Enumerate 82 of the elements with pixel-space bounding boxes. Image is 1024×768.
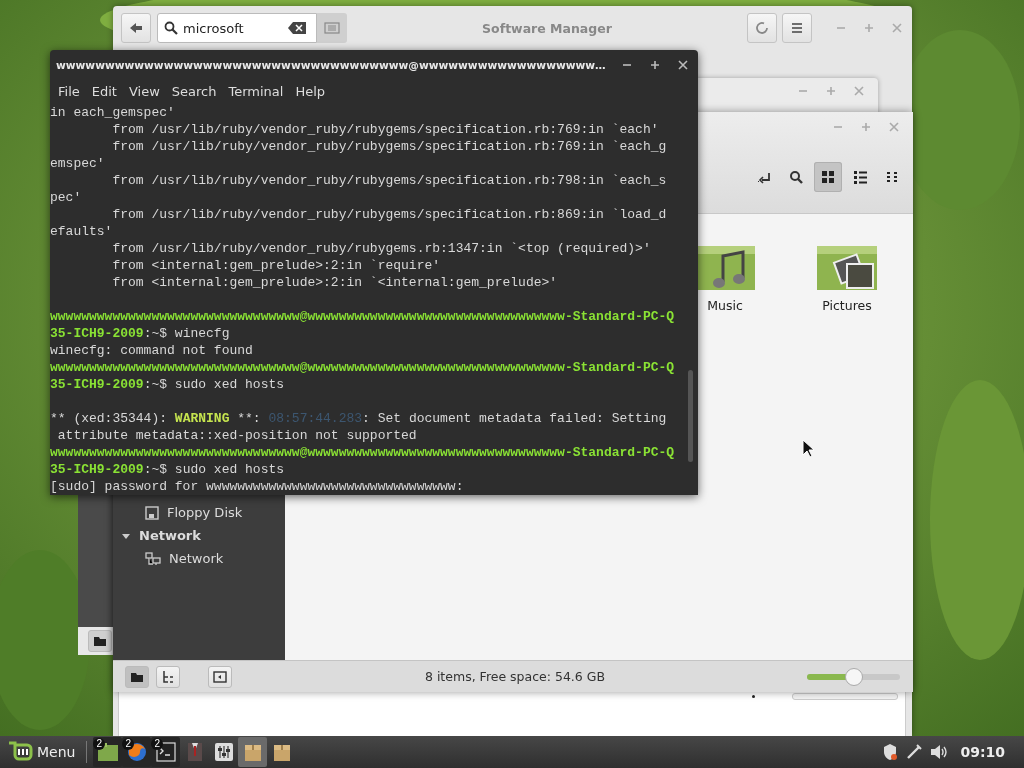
terminal-line: from <internal:gem_prelude>:2:in `require' xyxy=(111,257,442,274)
menu-item[interactable]: Help xyxy=(289,83,332,99)
maximize-icon[interactable] xyxy=(650,60,660,70)
sidebar-item[interactable]: Network xyxy=(169,551,224,566)
terminal-line: [sudo] password for wwwwwwwwwwwwwwwwwwwwwwwwwwwwwwww: xyxy=(50,478,465,495)
terminal-line: emspec' xyxy=(50,155,106,172)
suit-icon xyxy=(187,743,202,761)
window-count: 2 xyxy=(93,738,105,750)
status-button[interactable] xyxy=(156,665,180,688)
sidebar-item[interactable]: Floppy Disk xyxy=(167,505,243,520)
sliders-icon xyxy=(214,743,233,761)
menu-icon xyxy=(791,23,803,33)
folder-button[interactable] xyxy=(88,630,112,652)
search-icon xyxy=(164,21,178,35)
grid-view-icon xyxy=(822,171,834,183)
taskbar-app[interactable] xyxy=(238,737,268,767)
taskbar-app[interactable]: 2 xyxy=(93,737,123,767)
list-icon xyxy=(324,22,340,34)
terminal-line: ** (xed:35344): WARNING **: 08:57:44.283: Set document metadata failed: Setting xyxy=(50,410,668,427)
return-arrow-icon xyxy=(758,172,770,184)
compact-view-icon xyxy=(886,172,898,182)
status-button[interactable] xyxy=(125,665,149,688)
terminal-line: 35-ICH9-2009:~$ sudo xed hosts xyxy=(50,461,286,478)
back-button[interactable] xyxy=(121,13,151,43)
terminal-line: wwwwwwwwwwwwwwwwwwwwwwwwwwwwwwww@wwwwwwwwwwwwwwwwwwwwwwwwwwwwwwwww-Standard-PC-Q xyxy=(50,308,676,325)
file-label[interactable]: Music xyxy=(707,298,743,313)
search-field[interactable]: microsoft xyxy=(157,13,317,43)
file-label[interactable]: Pictures xyxy=(822,298,872,313)
refresh-icon xyxy=(755,21,769,35)
menu-button[interactable]: Menu xyxy=(5,737,82,767)
shield-icon[interactable] xyxy=(882,743,899,761)
clear-icon[interactable] xyxy=(288,22,306,34)
terminal-line: 35-ICH9-2009:~$ winecfg xyxy=(50,325,231,342)
network-icon xyxy=(145,551,161,566)
volume-icon[interactable] xyxy=(930,744,949,760)
box-icon xyxy=(244,744,261,761)
menu-item[interactable]: Edit xyxy=(85,83,123,99)
refresh-button[interactable] xyxy=(747,13,777,43)
terminal-line: from /usr/lib/ruby/vendor_ruby/rubygems/specification.rb:769:in `each' xyxy=(111,121,660,138)
status-button[interactable] xyxy=(208,665,232,688)
folder-icon xyxy=(94,637,106,646)
tree-view-icon xyxy=(163,669,174,683)
folder-icon xyxy=(131,672,143,682)
terminal-line: wwwwwwwwwwwwwwwwwwwwwwwwwwwwwwww@wwwwwwwwwwwwwwwwwwwwwwwwwwwwwwwww-Standard-PC-Q xyxy=(50,359,676,376)
terminal-line: winecfg: command not found xyxy=(50,342,254,359)
window-title: wwwwwwwwwwwwwwwwwwwwwwwwwwwwwwwwwwww@wwwwwwwwwwwwwwwwww… xyxy=(56,59,606,71)
dot-icon xyxy=(752,695,755,698)
terminal-line: 35-ICH9-2009:~$ sudo xed hosts xyxy=(50,376,286,393)
window-count: 2 xyxy=(122,738,134,750)
sidebar-toggle-icon xyxy=(213,670,227,683)
terminal-line: wwwwwwwwwwwwwwwwwwwwwwwwwwwwwwww@wwwwwwwwwwwwwwwwwwwwwwwwwwwwwwwww-Standard-PC-Q xyxy=(50,444,676,461)
box-icon xyxy=(273,744,290,761)
menu-item[interactable]: View xyxy=(122,83,166,99)
menu-item[interactable]: Search xyxy=(165,83,223,99)
toolbar-button[interactable] xyxy=(814,162,842,192)
list-view-icon xyxy=(854,171,868,184)
logo xyxy=(7,740,33,764)
menu-item[interactable]: File xyxy=(52,83,86,99)
window-count: 2 xyxy=(151,738,163,750)
close-icon[interactable] xyxy=(678,60,688,70)
terminal-line: from <internal:gem_prelude>:2:in `<internal:gem_prelude>' xyxy=(111,274,559,291)
section-header: Network xyxy=(139,528,201,543)
terminal-line: pec' xyxy=(50,189,83,206)
terminal-line: efaults' xyxy=(50,223,114,240)
terminal-line: from /usr/lib/ruby/vendor_ruby/rubygems/specification.rb:869:in `load_d xyxy=(111,206,668,223)
terminal-line: from /usr/lib/ruby/vendor_ruby/rubygems/specification.rb:798:in `each_s xyxy=(111,172,668,189)
clock: 09:10 xyxy=(960,744,1005,760)
search-input[interactable]: microsoft xyxy=(183,20,283,36)
status-text: 8 items, Free space: 54.6 GB xyxy=(423,669,607,684)
terminal-line: from /usr/lib/ruby/vendor_ruby/rubygems.rb:1347:in `<top (required)>' xyxy=(111,240,652,257)
taskbar-app[interactable]: 2 xyxy=(122,737,152,767)
search-icon xyxy=(790,171,803,184)
scrollbar-thumb[interactable] xyxy=(688,370,693,462)
menu-item[interactable]: Terminal xyxy=(222,83,290,99)
taskbar-app[interactable]: 2 xyxy=(151,737,181,767)
terminal-line: from /usr/lib/ruby/vendor_ruby/rubygems/specification.rb:769:in `each_g xyxy=(111,138,668,155)
terminal-line: in each_gemspec' xyxy=(50,104,176,121)
terminal-line: attribute metadata::xed-position not supported xyxy=(56,427,418,444)
mouse-pointer-icon xyxy=(802,439,814,458)
menu-button[interactable] xyxy=(782,13,812,43)
window-title: Software Manager xyxy=(481,20,613,36)
back-arrow-icon xyxy=(129,22,143,34)
